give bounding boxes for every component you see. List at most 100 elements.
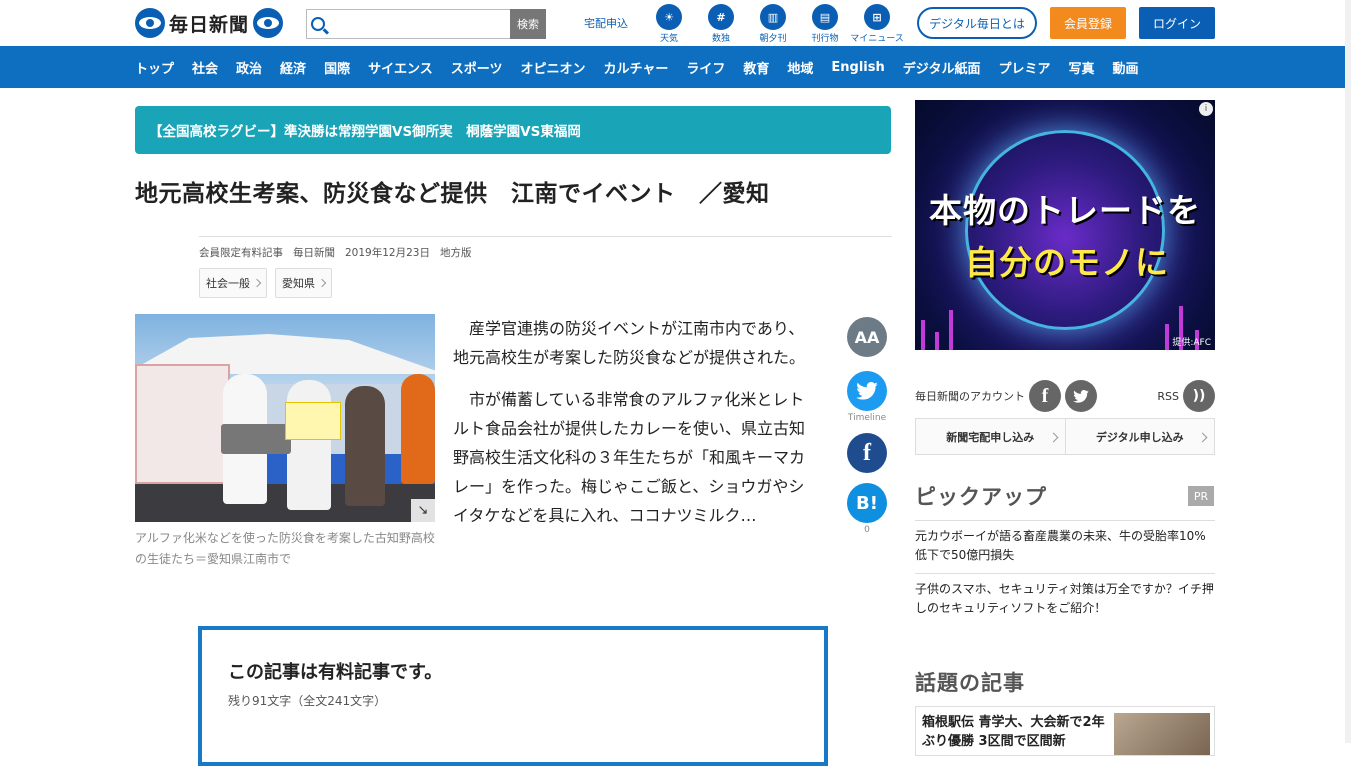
newspaper-subscribe-link[interactable]: 新聞宅配申し込み [916,419,1065,454]
nav-item-english[interactable]: English [831,60,884,75]
twitter-label: Timeline [847,413,887,423]
tag-aichi[interactable]: 愛知県 [275,268,332,298]
rss-icon[interactable]: )) [1183,380,1215,412]
nav-item-top[interactable]: トップ [135,58,174,77]
nav-item-international[interactable]: 国際 [324,58,350,77]
article-headline: 地元高校生考案、防災食など提供 江南でイベント ／愛知 [135,181,770,207]
twitter-icon [856,382,878,400]
hatena-count: 0 [864,525,870,535]
search-input[interactable] [331,11,510,37]
digital-subscribe-link[interactable]: デジタル申し込み [1064,419,1214,454]
facebook-account-icon[interactable]: f [1029,380,1061,412]
site-logo[interactable]: 毎日新聞 [135,6,284,40]
sudoku-icon: # [708,4,734,30]
paywall-title: この記事は有料記事です。 [228,662,443,683]
mynews-icon: ⊞ [864,4,890,30]
ad-credit: 提供:AFC [1172,338,1211,348]
nav-item-society[interactable]: 社会 [192,58,218,77]
article-meta: 会員限定有料記事 毎日新聞 2019年12月23日 地方版 [199,245,471,260]
digital-about-button[interactable]: デジタル毎日とは [917,7,1037,39]
article-tags: 社会一般 愛知県 [199,268,332,298]
pickup-item[interactable]: 子供のスマホ、セキュリティ対策は万全ですか？イチ押しのセキュリティソフトをご紹介… [915,573,1215,626]
hatena-bookmark-button[interactable]: B! [847,483,887,523]
nav-item-economy[interactable]: 経済 [280,58,306,77]
share-buttons: AA Timeline f B! 0 [847,317,887,535]
photo-sign [285,402,341,440]
weather-icon: ☀ [656,4,682,30]
nav-item-digital-paper[interactable]: デジタル紙面 [903,58,981,77]
scrollbar[interactable] [1345,0,1351,743]
nav-item-science[interactable]: サイエンス [368,58,433,77]
login-button[interactable]: ログイン [1139,7,1215,39]
nav-item-education[interactable]: 教育 [743,58,769,77]
nav-item-politics[interactable]: 政治 [236,58,262,77]
breaking-banner[interactable]: 【全国高校ラグビー】準決勝は常翔学園VS御所実 桐蔭学園VS東福岡 [135,106,891,154]
tag-society[interactable]: 社会一般 [199,268,267,298]
header-link-mynews[interactable]: ⊞ マイニュース [850,4,904,44]
topic-item[interactable]: 箱根駅伝 青学大、大会新で2年ぶり優勝 3区間で区間新 [915,706,1215,756]
search-bar: 検索 [306,9,546,39]
twitter-share-button[interactable] [847,371,887,411]
account-label: 毎日新聞のアカウント [915,390,1025,403]
article-paragraph: 産学官連携の防災イベントが江南市内であり、地元高校生が考案した防災食などが提供さ… [453,319,806,367]
paywall-box: この記事は有料記事です。 残り91文字（全文241文字） [198,626,828,766]
article-paragraph: 市が備蓄している非常食のアルファ化米とレトルト食品会社が提供したカレーを使い、県… [453,390,806,525]
nav-item-life[interactable]: ライフ [686,58,725,77]
article-body: 産学官連携の防災イベントが江南市内であり、地元高校生が考案した防災食などが提供さ… [453,314,813,543]
header-link-weather[interactable]: ☀ 天気 [652,4,686,44]
logo-eye-icon [135,8,165,38]
article-edition: 地方版 [439,247,472,259]
nav-item-region[interactable]: 地域 [787,58,813,77]
subscribe-links: 新聞宅配申し込み デジタル申し込み [915,418,1215,455]
register-button[interactable]: 会員登録 [1050,7,1126,39]
font-size-button[interactable]: AA [847,317,887,357]
site-header: 毎日新聞 検索 宅配申込 ☀ 天気 # 数独 ▥ 朝夕刊 ▤ 刊行物 ⊞ マイニ… [0,0,1351,46]
book-icon: ▤ [812,4,838,30]
header-link-label: 数独 [711,34,730,44]
nav-item-video[interactable]: 動画 [1113,58,1139,77]
photo-person [345,386,385,506]
photo-person [401,374,435,484]
article-source: 毎日新聞 [293,247,335,259]
advertisement[interactable]: 本物のトレードを 自分のモノに i 提供:AFC [915,100,1215,350]
header-link-publications[interactable]: ▤ 刊行物 [808,4,842,44]
expand-photo-icon[interactable]: ↘ [411,499,435,522]
twitter-account-icon[interactable] [1065,380,1097,412]
nav-item-opinion[interactable]: オピニオン [520,58,585,77]
main-nav: トップ 社会 政治 経済 国際 サイエンス スポーツ オピニオン カルチャー ラ… [0,46,1351,88]
header-link-label: 天気 [659,34,678,44]
header-link-sudoku[interactable]: # 数独 [704,4,738,44]
search-icon [311,17,325,31]
header-link-newspaper[interactable]: ▥ 朝夕刊 [756,4,790,44]
nav-item-sports[interactable]: スポーツ [451,58,503,77]
search-button[interactable]: 検索 [510,9,546,39]
ad-info-icon[interactable]: i [1199,102,1213,116]
article-date: 2019年12月23日 [345,247,430,259]
photo-ground [135,484,435,522]
photo-person [287,380,331,510]
twitter-icon [1073,389,1089,403]
account-links: 毎日新聞のアカウント f RSS )) [915,380,1215,412]
logo-eye-icon [253,8,284,38]
topic-thumbnail [1114,713,1210,755]
pr-badge: PR [1188,486,1214,506]
divider [199,236,892,237]
facebook-share-button[interactable]: f [847,433,887,473]
nav-item-premier[interactable]: プレミア [999,58,1051,77]
pickup-list: 元カウボーイが語る畜産農業の未来、牛の受胎率10%低下で50億円損失 子供のスマ… [915,520,1215,626]
newspaper-icon: ▥ [760,4,786,30]
paywall-remaining: 残り91文字（全文241文字） [228,694,387,708]
ad-headline-2: 自分のモノに [965,243,1169,282]
nav-item-culture[interactable]: カルチャー [603,58,668,77]
ad-candles [915,300,1215,350]
nav-item-photo[interactable]: 写真 [1069,58,1095,77]
article-photo[interactable] [135,314,435,522]
pickup-item[interactable]: 元カウボーイが語る畜産農業の未来、牛の受胎率10%低下で50億円損失 [915,520,1215,573]
header-icon-links: ☀ 天気 # 数独 ▥ 朝夕刊 ▤ 刊行物 ⊞ マイニュース [652,4,904,44]
ad-headline-1: 本物のトレードを [929,191,1201,230]
delivery-link[interactable]: 宅配申込 [584,15,628,31]
rss-label: RSS [1157,389,1179,403]
photo-caption: アルファ化米などを使った防災食を考案した古知野高校の生徒たち＝愛知県江南市で [135,531,435,566]
header-link-label: マイニュース [850,34,904,44]
header-link-label: 刊行物 [811,34,839,44]
